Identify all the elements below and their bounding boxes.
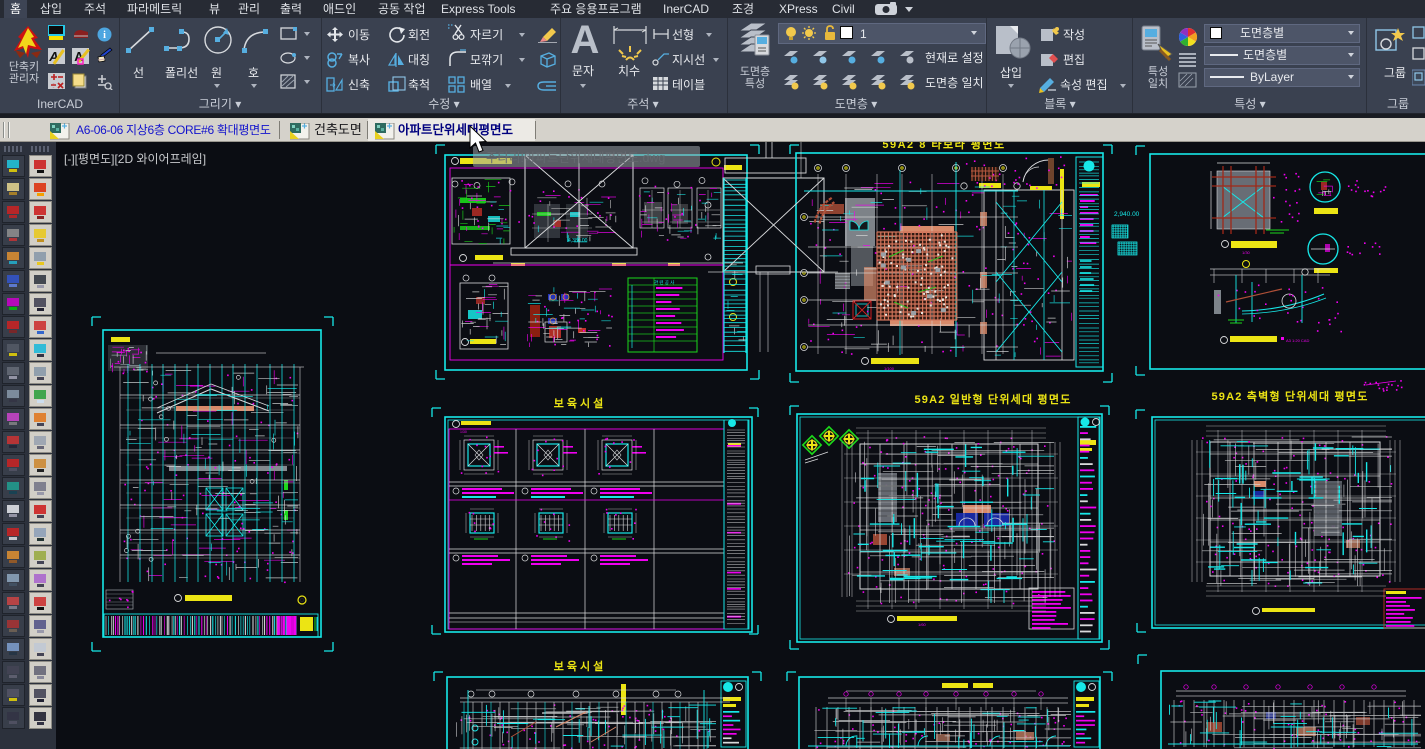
svg-text:관 련 공 사: 관 련 공 사 [654, 279, 675, 286]
svg-text:1/30: 1/30 [1242, 250, 1251, 255]
svg-text:보육시설: 보육시설 [554, 659, 606, 673]
svg-text:1/100: 1/100 [884, 366, 895, 371]
svg-text:1/30: 1/30 [460, 430, 467, 434]
svg-text:59A2 측벽형 단위세대 평면도: 59A2 측벽형 단위세대 평면도 [1211, 389, 1368, 403]
svg-text:A3 1:20 CAD: A3 1:20 CAD [1286, 338, 1309, 343]
svg-text:59A2 일반형 단위세대 평면도: 59A2 일반형 단위세대 평면도 [914, 392, 1071, 406]
svg-text:주타리!아파트단위세대평면도.dwg: 주타리!아파트단위세대평면도.dwg [486, 151, 665, 165]
svg-text:1/60: 1/60 [918, 622, 927, 627]
svg-text:2,940.00: 2,940.00 [1114, 211, 1140, 218]
svg-text:59A2 8 타보라 평면도: 59A2 8 타보라 평면도 [882, 142, 1005, 151]
svg-text:i: i [103, 30, 106, 41]
svg-text:보육시설: 보육시설 [554, 396, 606, 410]
svg-text:4,380.00: 4,380.00 [568, 238, 588, 244]
